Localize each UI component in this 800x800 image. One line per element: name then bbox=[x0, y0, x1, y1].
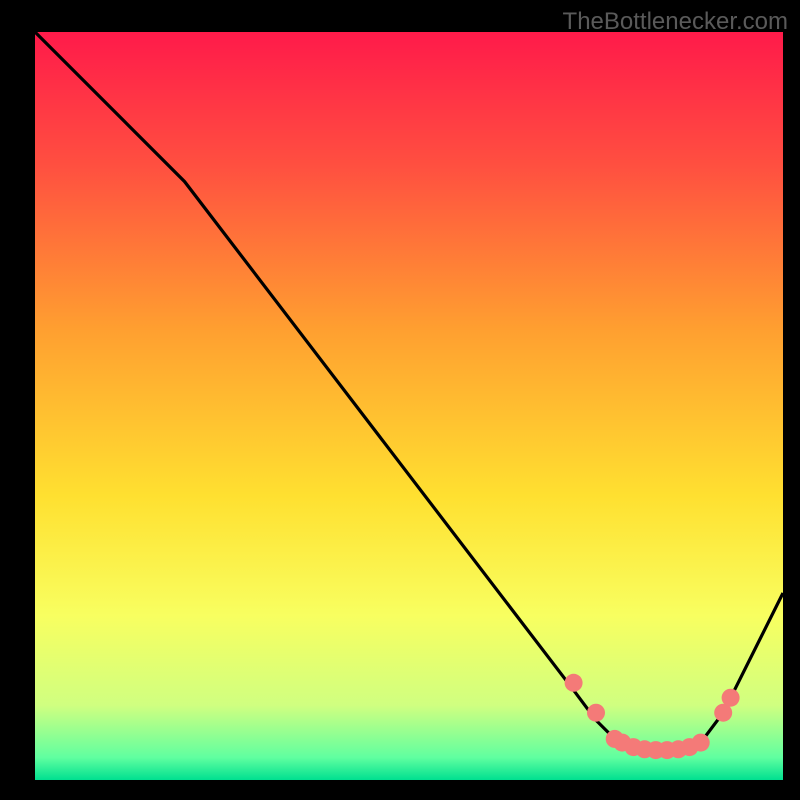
watermark-text: TheBottlenecker.com bbox=[563, 8, 788, 36]
data-marker bbox=[565, 674, 583, 692]
data-marker bbox=[587, 704, 605, 722]
bottleneck-chart bbox=[0, 0, 800, 800]
data-marker bbox=[722, 689, 740, 707]
data-marker bbox=[692, 734, 710, 752]
